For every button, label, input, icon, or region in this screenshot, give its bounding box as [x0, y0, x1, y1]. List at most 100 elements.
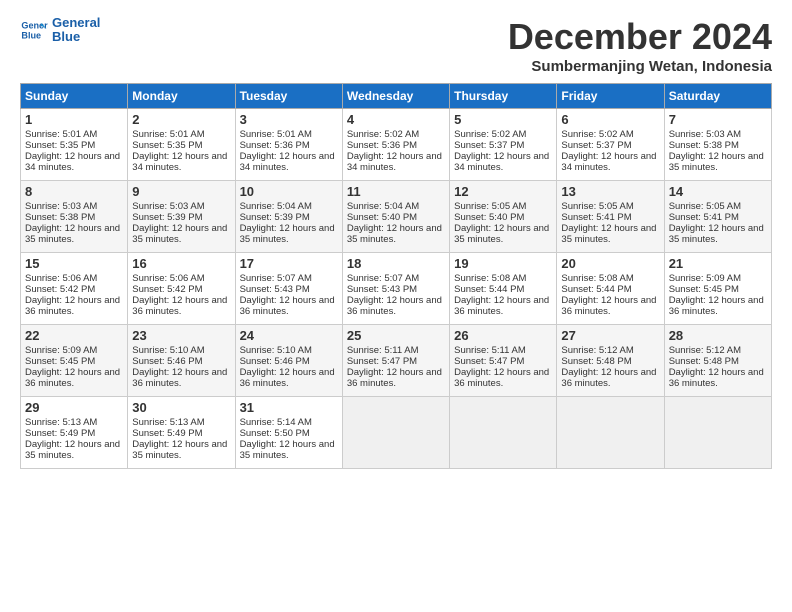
sunrise-label: Sunrise: 5:10 AM — [132, 345, 204, 356]
table-row: 7 Sunrise: 5:03 AM Sunset: 5:38 PM Dayli… — [664, 109, 771, 181]
daylight-label: Daylight: 12 hours and 35 minutes. — [25, 223, 120, 245]
sunrise-label: Sunrise: 5:13 AM — [132, 417, 204, 428]
sunset-label: Sunset: 5:48 PM — [669, 356, 739, 367]
table-row: 22 Sunrise: 5:09 AM Sunset: 5:45 PM Dayl… — [21, 325, 128, 397]
day-number: 27 — [561, 328, 659, 343]
daylight-label: Daylight: 12 hours and 34 minutes. — [240, 151, 335, 173]
header: General Blue General Blue December 2024 … — [20, 16, 772, 75]
sunset-label: Sunset: 5:39 PM — [240, 212, 310, 223]
sunrise-label: Sunrise: 5:01 AM — [240, 129, 312, 140]
day-number: 11 — [347, 184, 445, 199]
sunset-label: Sunset: 5:37 PM — [454, 140, 524, 151]
sunrise-label: Sunrise: 5:03 AM — [25, 201, 97, 212]
daylight-label: Daylight: 12 hours and 35 minutes. — [669, 223, 764, 245]
table-row: 6 Sunrise: 5:02 AM Sunset: 5:37 PM Dayli… — [557, 109, 664, 181]
day-number: 21 — [669, 256, 767, 271]
daylight-label: Daylight: 12 hours and 36 minutes. — [132, 295, 227, 317]
table-row: 12 Sunrise: 5:05 AM Sunset: 5:40 PM Dayl… — [450, 181, 557, 253]
col-saturday: Saturday — [664, 84, 771, 109]
sunset-label: Sunset: 5:38 PM — [669, 140, 739, 151]
logo-icon: General Blue — [20, 16, 48, 44]
day-number: 25 — [347, 328, 445, 343]
sunset-label: Sunset: 5:35 PM — [132, 140, 202, 151]
daylight-label: Daylight: 12 hours and 36 minutes. — [561, 367, 656, 389]
day-number: 24 — [240, 328, 338, 343]
day-number: 18 — [347, 256, 445, 271]
daylight-label: Daylight: 12 hours and 36 minutes. — [669, 295, 764, 317]
table-row: 13 Sunrise: 5:05 AM Sunset: 5:41 PM Dayl… — [557, 181, 664, 253]
day-number: 17 — [240, 256, 338, 271]
day-number: 14 — [669, 184, 767, 199]
calendar-week-row: 22 Sunrise: 5:09 AM Sunset: 5:45 PM Dayl… — [21, 325, 772, 397]
calendar-week-row: 8 Sunrise: 5:03 AM Sunset: 5:38 PM Dayli… — [21, 181, 772, 253]
table-row — [557, 397, 664, 469]
day-number: 20 — [561, 256, 659, 271]
day-number: 28 — [669, 328, 767, 343]
sunset-label: Sunset: 5:36 PM — [240, 140, 310, 151]
daylight-label: Daylight: 12 hours and 36 minutes. — [454, 295, 549, 317]
table-row: 24 Sunrise: 5:10 AM Sunset: 5:46 PM Dayl… — [235, 325, 342, 397]
daylight-label: Daylight: 12 hours and 36 minutes. — [240, 367, 335, 389]
sunrise-label: Sunrise: 5:01 AM — [132, 129, 204, 140]
sunrise-label: Sunrise: 5:10 AM — [240, 345, 312, 356]
day-number: 9 — [132, 184, 230, 199]
daylight-label: Daylight: 12 hours and 34 minutes. — [347, 151, 442, 173]
sunset-label: Sunset: 5:36 PM — [347, 140, 417, 151]
calendar-week-row: 1 Sunrise: 5:01 AM Sunset: 5:35 PM Dayli… — [21, 109, 772, 181]
daylight-label: Daylight: 12 hours and 34 minutes. — [454, 151, 549, 173]
sunset-label: Sunset: 5:38 PM — [25, 212, 95, 223]
sunset-label: Sunset: 5:44 PM — [561, 284, 631, 295]
table-row: 9 Sunrise: 5:03 AM Sunset: 5:39 PM Dayli… — [128, 181, 235, 253]
sunrise-label: Sunrise: 5:09 AM — [669, 273, 741, 284]
day-number: 13 — [561, 184, 659, 199]
table-row: 18 Sunrise: 5:07 AM Sunset: 5:43 PM Dayl… — [342, 253, 449, 325]
sunrise-label: Sunrise: 5:02 AM — [454, 129, 526, 140]
col-thursday: Thursday — [450, 84, 557, 109]
sunset-label: Sunset: 5:49 PM — [25, 428, 95, 439]
table-row: 17 Sunrise: 5:07 AM Sunset: 5:43 PM Dayl… — [235, 253, 342, 325]
col-sunday: Sunday — [21, 84, 128, 109]
daylight-label: Daylight: 12 hours and 36 minutes. — [347, 367, 442, 389]
table-row: 29 Sunrise: 5:13 AM Sunset: 5:49 PM Dayl… — [21, 397, 128, 469]
sunset-label: Sunset: 5:46 PM — [132, 356, 202, 367]
sunset-label: Sunset: 5:43 PM — [240, 284, 310, 295]
daylight-label: Daylight: 12 hours and 35 minutes. — [240, 223, 335, 245]
header-row: Sunday Monday Tuesday Wednesday Thursday… — [21, 84, 772, 109]
table-row — [342, 397, 449, 469]
daylight-label: Daylight: 12 hours and 36 minutes. — [132, 367, 227, 389]
month-year-title: December 2024 — [508, 16, 772, 58]
sunrise-label: Sunrise: 5:02 AM — [561, 129, 633, 140]
table-row: 5 Sunrise: 5:02 AM Sunset: 5:37 PM Dayli… — [450, 109, 557, 181]
sunrise-label: Sunrise: 5:05 AM — [454, 201, 526, 212]
calendar-week-row: 29 Sunrise: 5:13 AM Sunset: 5:49 PM Dayl… — [21, 397, 772, 469]
sunset-label: Sunset: 5:50 PM — [240, 428, 310, 439]
table-row: 28 Sunrise: 5:12 AM Sunset: 5:48 PM Dayl… — [664, 325, 771, 397]
sunset-label: Sunset: 5:49 PM — [132, 428, 202, 439]
daylight-label: Daylight: 12 hours and 36 minutes. — [25, 367, 120, 389]
sunrise-label: Sunrise: 5:14 AM — [240, 417, 312, 428]
sunset-label: Sunset: 5:41 PM — [561, 212, 631, 223]
sunrise-label: Sunrise: 5:04 AM — [240, 201, 312, 212]
sunset-label: Sunset: 5:47 PM — [347, 356, 417, 367]
col-wednesday: Wednesday — [342, 84, 449, 109]
day-number: 12 — [454, 184, 552, 199]
table-row: 3 Sunrise: 5:01 AM Sunset: 5:36 PM Dayli… — [235, 109, 342, 181]
sunrise-label: Sunrise: 5:12 AM — [561, 345, 633, 356]
table-row: 11 Sunrise: 5:04 AM Sunset: 5:40 PM Dayl… — [342, 181, 449, 253]
day-number: 15 — [25, 256, 123, 271]
daylight-label: Daylight: 12 hours and 36 minutes. — [347, 295, 442, 317]
sunrise-label: Sunrise: 5:04 AM — [347, 201, 419, 212]
daylight-label: Daylight: 12 hours and 35 minutes. — [347, 223, 442, 245]
sunset-label: Sunset: 5:39 PM — [132, 212, 202, 223]
daylight-label: Daylight: 12 hours and 35 minutes. — [132, 439, 227, 461]
day-number: 19 — [454, 256, 552, 271]
calendar-week-row: 15 Sunrise: 5:06 AM Sunset: 5:42 PM Dayl… — [21, 253, 772, 325]
daylight-label: Daylight: 12 hours and 34 minutes. — [25, 151, 120, 173]
sunset-label: Sunset: 5:48 PM — [561, 356, 631, 367]
table-row: 15 Sunrise: 5:06 AM Sunset: 5:42 PM Dayl… — [21, 253, 128, 325]
daylight-label: Daylight: 12 hours and 35 minutes. — [25, 439, 120, 461]
table-row: 20 Sunrise: 5:08 AM Sunset: 5:44 PM Dayl… — [557, 253, 664, 325]
daylight-label: Daylight: 12 hours and 36 minutes. — [454, 367, 549, 389]
day-number: 26 — [454, 328, 552, 343]
daylight-label: Daylight: 12 hours and 35 minutes. — [561, 223, 656, 245]
